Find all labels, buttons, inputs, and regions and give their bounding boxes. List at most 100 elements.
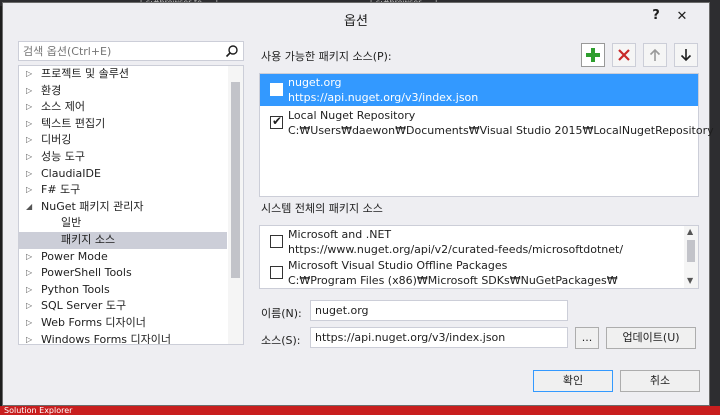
expanded-arrow-icon[interactable]: ◢ (26, 199, 36, 216)
update-button[interactable]: 업데이트(U) (606, 327, 696, 349)
collapsed-arrow-icon[interactable]: ▷ (26, 132, 36, 149)
scrollbar-thumb[interactable] (687, 240, 695, 262)
options-tree[interactable]: ▷ 프로젝트 및 솔루션 ▷ 환경 ▷ 소스 제어 ▷ 텍스트 편집기 ▷ 디버깅 ▷ 성능 도구 ▷ C… (18, 65, 244, 345)
collapsed-arrow-icon[interactable]: ▷ (26, 99, 36, 116)
scroll-down-icon[interactable]: ▼ (687, 276, 693, 285)
cancel-button[interactable]: 취소 (620, 370, 700, 392)
collapsed-arrow-icon[interactable]: ▷ (26, 315, 36, 332)
source-url: C:₩Users₩daewon₩Documents₩Visual Studio … (288, 124, 714, 137)
tree-item-label: 일반 (61, 216, 82, 230)
tree-item-label: PowerShell Tools (41, 266, 132, 280)
close-button[interactable]: ✕ (671, 7, 693, 27)
source-item-nuget-org[interactable]: nuget.org https://api.nuget.org/v3/index… (260, 74, 698, 106)
tree-item-label: Windows Forms 디자이너 (41, 332, 172, 345)
source-url: https://api.nuget.org/v3/index.json (288, 91, 479, 104)
tree-item[interactable]: ▷ F# 도구 (19, 182, 227, 199)
package-sources-list[interactable]: nuget.org https://api.nuget.org/v3/index… (259, 73, 714, 197)
remove-source-button[interactable] (612, 43, 636, 67)
search-input[interactable] (19, 42, 219, 60)
collapsed-arrow-icon[interactable]: ▷ (26, 298, 36, 315)
x-icon (618, 49, 630, 61)
tree-item-label: Power Mode (41, 249, 108, 263)
tree-items: ▷ 프로젝트 및 솔루션 ▷ 환경 ▷ 소스 제어 ▷ 텍스트 편집기 ▷ 디버깅 ▷ 성능 도구 ▷ C… (19, 66, 227, 345)
tree-item-label: F# 도구 (41, 183, 81, 197)
system-source-item[interactable]: Microsoft Visual Studio Offline Packages… (260, 257, 684, 288)
tree-item-label: NuGet 패키지 관리자 (41, 199, 144, 213)
tree-item[interactable]: ▷ 소스 제어 (19, 99, 227, 116)
tree-item[interactable]: ▷ PowerShell Tools (19, 265, 227, 282)
tree-item-label: 프로젝트 및 솔루션 (41, 67, 129, 80)
add-source-button[interactable] (581, 43, 605, 67)
system-source-item[interactable]: Microsoft and .NET https://www.nuget.org… (260, 226, 684, 258)
background-status: Solution Explorer (0, 406, 720, 415)
system-sources-heading: 시스템 전체의 패키지 소스 (261, 202, 383, 215)
collapsed-arrow-icon[interactable]: ▷ (26, 182, 36, 199)
source-name: Local Nuget Repository (288, 109, 416, 122)
collapsed-arrow-icon[interactable]: ▷ (26, 149, 36, 166)
tree-item[interactable]: 일반 (19, 215, 227, 232)
tree-item[interactable]: ▷ 텍스트 편집기 (19, 116, 227, 133)
tree-item[interactable]: ▷ Web Forms 디자이너 (19, 315, 227, 332)
dialog-title: 옵션 (344, 14, 368, 29)
ok-button[interactable]: 확인 (533, 370, 613, 392)
move-up-button[interactable] (643, 43, 667, 67)
scroll-up-icon[interactable]: ▲ (687, 227, 693, 236)
source-name: nuget.org (288, 76, 342, 89)
move-down-button[interactable] (674, 43, 698, 67)
options-search-box[interactable] (18, 41, 244, 61)
source-item-local-repository[interactable]: ✔ Local Nuget Repository C:₩Users₩daewon… (260, 107, 714, 139)
tree-item[interactable]: ◢ NuGet 패키지 관리자 (19, 199, 227, 216)
collapsed-arrow-icon[interactable]: ▷ (26, 83, 36, 100)
checkmark-icon: ✔ (272, 114, 283, 128)
arrow-up-icon (649, 48, 661, 61)
tree-item[interactable]: ▷ 프로젝트 및 솔루션 (19, 66, 227, 83)
source-name: Microsoft Visual Studio Offline Packages (288, 259, 508, 272)
source-label: 소스(S): (261, 334, 301, 347)
tree-item-label: Web Forms 디자이너 (41, 315, 146, 329)
arrow-down-icon (680, 49, 692, 62)
plus-icon (586, 48, 600, 62)
collapsed-arrow-icon[interactable]: ▷ (26, 249, 36, 266)
source-enabled-checkbox[interactable] (270, 83, 283, 96)
tree-item-label: 디버깅 (41, 133, 72, 147)
tree-item[interactable]: 패키지 소스 (19, 231, 227, 249)
tree-item-label: SQL Server 도구 (41, 299, 127, 313)
source-enabled-checkbox[interactable]: ✔ (270, 114, 283, 129)
options-dialog: 옵션 ? ✕ ▷프로젝트 및 솔루션▷환경▷소스 제어▷텍스트 편집기▷디버깅▷… (2, 2, 714, 406)
tree-item[interactable]: ▷ ClaudiaIDE (19, 166, 227, 183)
system-source-checkbox[interactable] (270, 235, 283, 248)
name-field[interactable] (310, 300, 568, 321)
collapsed-arrow-icon[interactable]: ▷ (26, 116, 36, 133)
source-url: https://www.nuget.org/api/v2/curated-fee… (288, 243, 624, 256)
tree-item[interactable]: ▷ Python Tools (19, 282, 227, 299)
system-sources-list[interactable]: Microsoft and .NET https://www.nuget.org… (259, 225, 699, 289)
system-source-checkbox[interactable] (270, 266, 283, 279)
tree-item[interactable]: ▷ 디버깅 (19, 132, 227, 149)
tree-item-label: ClaudiaIDE (41, 166, 101, 180)
tree-item-label: Python Tools (41, 282, 110, 296)
collapsed-arrow-icon[interactable]: ▷ (26, 66, 36, 83)
tree-item[interactable]: ▷ Windows Forms 디자이너 (19, 332, 227, 345)
collapsed-arrow-icon[interactable]: ▷ (26, 166, 36, 183)
tree-scrollbar[interactable] (228, 66, 243, 344)
title-bar: 옵션 ? ✕ (3, 3, 709, 33)
tree-item-label: 패키지 소스 (61, 232, 116, 246)
collapsed-arrow-icon[interactable]: ▷ (26, 265, 36, 282)
collapsed-arrow-icon[interactable]: ▷ (26, 332, 36, 345)
tree-item-label: 텍스트 편집기 (41, 116, 106, 130)
system-sources-scrollbar[interactable]: ▲ ▼ (684, 226, 698, 288)
help-button[interactable]: ? (647, 8, 665, 26)
tree-item[interactable]: ▷ SQL Server 도구 (19, 298, 227, 315)
tree-scrollbar-thumb[interactable] (231, 82, 240, 278)
tree-item[interactable]: ▷ 성능 도구 (19, 149, 227, 166)
tree-item-label: 환경 (41, 83, 62, 97)
tree-item-label: 성능 도구 (41, 149, 85, 163)
collapsed-arrow-icon[interactable]: ▷ (26, 282, 36, 299)
source-url: C:₩Program Files (x86)₩Microsoft SDKs₩Nu… (288, 274, 618, 287)
source-field[interactable] (310, 327, 568, 348)
tree-item[interactable]: ▷ Power Mode (19, 249, 227, 266)
available-sources-heading: 사용 가능한 패키지 소스(P): (261, 50, 392, 63)
tree-item[interactable]: ▷ 환경 (19, 83, 227, 100)
search-icon[interactable] (225, 44, 239, 58)
browse-button[interactable]: ... (575, 327, 599, 349)
